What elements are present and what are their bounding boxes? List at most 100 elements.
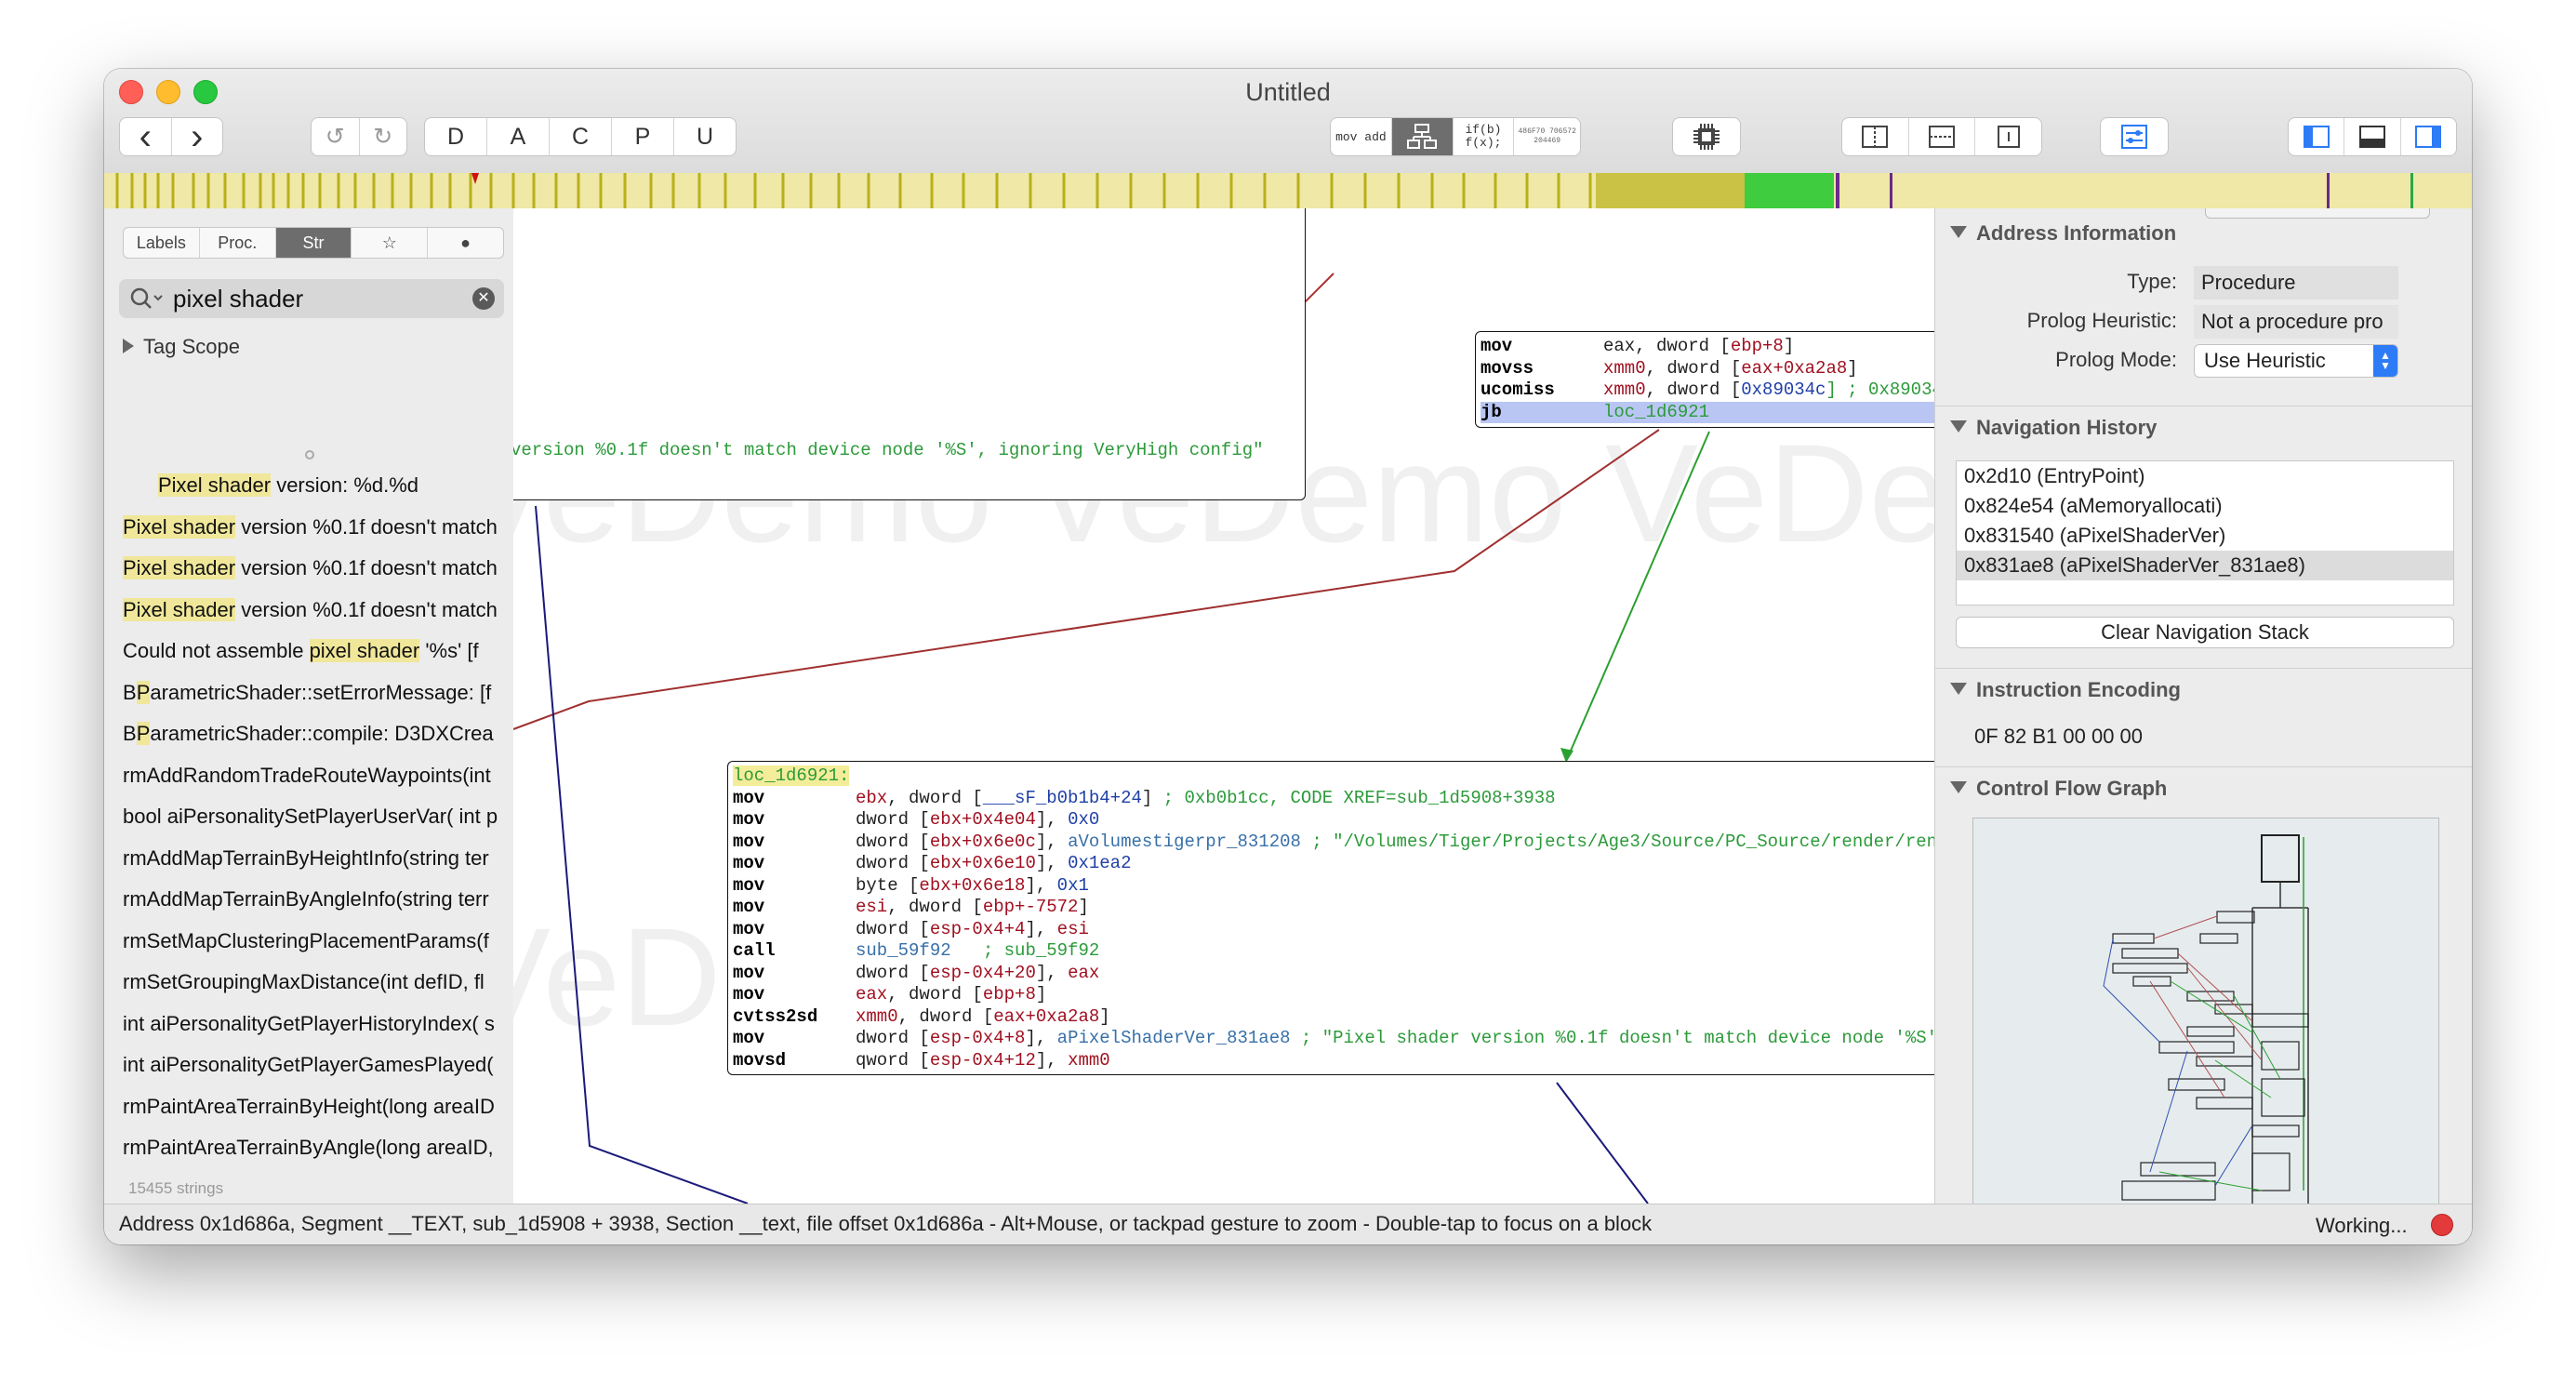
split-vertical-button[interactable] <box>1842 118 1909 155</box>
instruction-row[interactable]: mov eax, dword [ebp+8] <box>1481 336 1934 358</box>
mnemonic: mov <box>733 984 765 1005</box>
instruction-row[interactable]: mov dword [ebx+0x6e10], 0x1ea2 <box>733 853 1934 875</box>
instruction-row[interactable]: movss xmm0, dword [eax+0xa2a8] <box>1481 358 1934 380</box>
string-row[interactable]: BParametricShader::compile: D3DXCrea <box>123 713 513 755</box>
tab-bookmarks[interactable]: ☆ <box>352 228 429 258</box>
instruction-row[interactable]: call sub_59f92 ; sub_59f92 <box>733 940 1934 963</box>
search-input[interactable]: pixel shader <box>173 285 303 313</box>
mode-asm-button[interactable]: mov add <box>1331 118 1392 155</box>
instruction-row[interactable]: mov dword [esp-0x4+8], aPixelShaderVer_83… <box>733 1028 1934 1050</box>
instruction-row[interactable]: ucomiss xmm0, dword [0x89034c] ; 0x89034c <box>1481 379 1934 402</box>
mode-cfg-button[interactable] <box>1391 118 1454 155</box>
section-header[interactable]: Instruction Encoding <box>1950 678 2181 702</box>
code-block-compare[interactable]: mov eax, dword [ebp+8] movss xmm0, dword [e… <box>1475 331 1934 428</box>
control-flow-graph-section: Control Flow Graph <box>1935 766 2472 1206</box>
instruction-row[interactable]: mov dword [ebx+0x6e0c], aVolumestigerpr_8… <box>733 832 1934 854</box>
string-row[interactable]: Pixel shader version %0.1f doesn't match <box>123 548 513 590</box>
instruction-row[interactable]: mov dword [ebx+0x4e04], 0x0 <box>733 809 1934 832</box>
code-block-prev[interactable]: version %0.1f doesn't match device node … <box>513 208 1306 500</box>
string-row[interactable]: rmPaintAreaTerrainByAngle(long areaID, <box>123 1127 513 1169</box>
operand: eax <box>856 984 888 1005</box>
instruction-row[interactable]: mov dword [esp-0x4+20], eax <box>733 963 1934 985</box>
navigation-bar[interactable] <box>104 173 2472 209</box>
string-row[interactable]: bool aiPersonalitySetPlayerUserVar( int … <box>123 796 513 838</box>
type-ascii-button[interactable]: A <box>487 118 550 155</box>
clear-search-button[interactable]: ✕ <box>472 287 495 310</box>
clear-navigation-stack-button[interactable]: Clear Navigation Stack <box>1956 617 2454 648</box>
string-row[interactable]: Could not assemble pixel shader '%s' [f <box>123 631 513 672</box>
string-row[interactable]: Pixel shader version %0.1f doesn't match <box>123 507 513 549</box>
mnemonic: mov <box>733 809 765 830</box>
operand: dword [ <box>856 918 930 939</box>
history-item[interactable]: 0x831ae8 (aPixelShaderVer_831ae8) <box>1957 551 2453 580</box>
tab-strings[interactable]: Str <box>275 228 352 258</box>
type-code-button[interactable]: C <box>550 118 612 155</box>
prolog-mode-select[interactable]: Use Heuristic ▲ ▼ <box>2194 344 2398 378</box>
toggle-bottom-panel-button[interactable] <box>2344 118 2401 155</box>
toggle-right-panel-button[interactable] <box>2401 118 2456 155</box>
graph-view[interactable]: VeDemo VeDemo VeDemo VeDemo VeDemo VeDem… <box>513 208 1934 1204</box>
operand: ], <box>1025 874 1057 896</box>
operand: ], <box>1025 1028 1057 1048</box>
string-row[interactable]: rmPaintAreaTerrainByHeight(long areaID <box>123 1086 513 1128</box>
back-button[interactable]: ‹ <box>120 118 172 155</box>
string-row[interactable]: int aiPersonalityGetPlayerGamesPlayed( <box>123 1045 513 1086</box>
string-row[interactable]: rmSetGroupingMaxDistance(int defID, fl <box>123 962 513 1004</box>
mnemonic: ucomiss <box>1481 379 1555 400</box>
redo-button[interactable]: ↻ <box>360 118 407 155</box>
code-block-loc-1d6921[interactable]: loc_1d6921: mov ebx, dword [___sF_b0b1b4+2… <box>727 761 1934 1075</box>
instruction-row[interactable]: mov esi, dword [ebp+-7572] <box>733 897 1934 919</box>
string-row[interactable]: rmAddRandomTradeRouteWaypoints(int <box>123 755 513 797</box>
string-row[interactable]: rmAddMapTerrainByAngleInfo(string terr <box>123 879 513 921</box>
section-header[interactable]: Navigation History <box>1950 416 2157 440</box>
operand: ebx+0x4e04 <box>929 809 1036 830</box>
operand: ] <box>1035 984 1047 1005</box>
section-header[interactable]: Address Information <box>1950 221 2176 246</box>
string-row[interactable]: rmSetMapClusteringPlacementParams(f <box>123 921 513 963</box>
instruction-row[interactable]: cvtss2sd xmm0, dword [eax+0xa2a8] <box>733 1006 1934 1029</box>
mnemonic: cvtss2sd <box>733 1005 818 1027</box>
instruction-row[interactable]: mov eax, dword [ebp+8] <box>733 984 1934 1006</box>
string-row[interactable]: Pixel shader version %0.1f doesn't match <box>123 590 513 632</box>
history-item[interactable]: 0x2d10 (EntryPoint) <box>1957 461 2453 491</box>
operand: eax, dword [ <box>1603 336 1731 356</box>
cpu-button[interactable] <box>1672 117 1741 156</box>
undo-button[interactable]: ↺ <box>312 118 360 155</box>
tag-scope[interactable]: Tag Scope <box>123 335 240 359</box>
string-row[interactable]: Pixel shader version: %d.%d <box>123 465 513 507</box>
app-window: Untitled ‹ › ↺ ↻ D A C P U mov add if(b)… <box>104 69 2472 1244</box>
tab-procedures[interactable]: Proc. <box>200 228 276 258</box>
type-undefined-button[interactable]: U <box>674 118 736 155</box>
section-header[interactable]: Control Flow Graph <box>1950 777 2167 801</box>
history-item[interactable]: 0x831540 (aPixelShaderVer) <box>1957 521 2453 551</box>
type-procedure-button[interactable]: P <box>612 118 674 155</box>
tab-tags[interactable]: ● <box>428 228 503 258</box>
mode-hex-button[interactable]: 486F70 706572 204469 <box>1514 118 1580 155</box>
forward-button[interactable]: › <box>172 118 223 155</box>
single-pane-button[interactable] <box>1975 118 2041 155</box>
string-row[interactable]: BParametricShader::setErrorMessage: [f <box>123 672 513 714</box>
toggle-left-panel-button[interactable] <box>2289 118 2345 155</box>
instruction-row[interactable]: mov byte [ebx+0x6e18], 0x1 <box>733 875 1934 898</box>
instruction-row[interactable]: movsd qword [esp-0x4+12], xmm0 <box>733 1050 1934 1072</box>
instruction-row[interactable]: mov ebx, dword [___sF_b0b1b4+24] ; 0xb0b1… <box>733 788 1934 810</box>
mode-pseudo-button[interactable]: if(b) f(x); <box>1454 118 1515 155</box>
status-text: Address 0x1d686a, Segment __TEXT, sub_1d… <box>119 1212 1653 1235</box>
block-label[interactable]: loc_1d6921: <box>733 765 1934 788</box>
instruction-row[interactable]: jb loc_1d6921 <box>1481 401 1934 423</box>
instruction-row[interactable]: mov dword [esp-0x4+4], esi <box>733 919 1934 941</box>
sidebar: Labels Proc. Str ☆ ● pixel shader ✕ Tag … <box>104 208 514 1204</box>
history-item[interactable]: 0x824e54 (aMemoryallocati) <box>1957 491 2453 521</box>
type-data-button[interactable]: D <box>425 118 487 155</box>
string-row[interactable]: int aiPersonalityGetPlayerHistoryIndex( … <box>123 1004 513 1045</box>
search-field[interactable]: pixel shader ✕ <box>119 279 504 318</box>
cfg-minimap[interactable] <box>1972 818 2439 1206</box>
split-horizontal-button[interactable] <box>1909 118 1976 155</box>
operand: ], <box>1035 831 1069 852</box>
string-row[interactable]: rmAddMapTerrainByHeightInfo(string ter <box>123 838 513 880</box>
history-list: 0x2d10 (EntryPoint) 0x824e54 (aMemoryall… <box>1956 460 2454 606</box>
tab-labels[interactable]: Labels <box>124 228 200 258</box>
operand: dword [ <box>856 853 930 873</box>
inspector-settings-button[interactable] <box>2100 117 2169 156</box>
stop-button[interactable] <box>2431 1214 2453 1236</box>
